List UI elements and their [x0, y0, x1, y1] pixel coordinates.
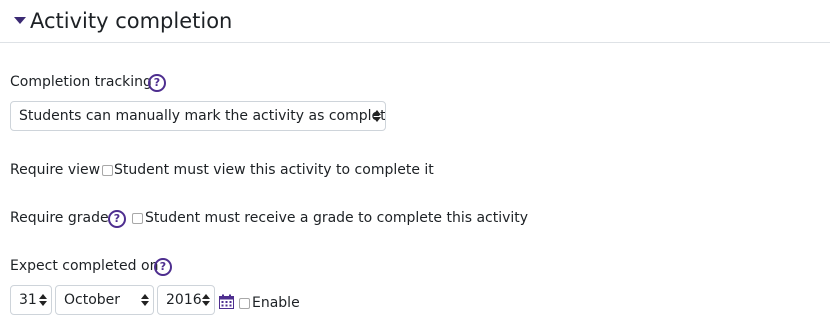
select-arrows-icon — [202, 294, 210, 307]
select-arrows-icon — [141, 294, 149, 307]
year-value: 2016 — [166, 292, 202, 308]
completion-tracking-select[interactable]: Students can manually mark the activity … — [10, 101, 386, 131]
require-view-label: Require view — [10, 162, 101, 178]
completion-tracking-value: Students can manually mark the activity … — [19, 108, 386, 124]
require-view-checkbox[interactable] — [102, 165, 113, 176]
section-title[interactable]: Activity completion — [30, 6, 232, 36]
enable-checkbox[interactable] — [239, 298, 250, 309]
require-grade-checkbox-label[interactable]: Student must receive a grade to complete… — [145, 208, 528, 228]
enable-label[interactable]: Enable — [252, 293, 300, 313]
calendar-icon[interactable] — [219, 294, 234, 309]
question-circle-icon[interactable]: ? — [148, 74, 166, 92]
select-arrows-icon — [39, 294, 47, 307]
question-circle-icon[interactable]: ? — [108, 210, 126, 228]
caret-down-icon[interactable] — [14, 17, 26, 24]
require-grade-checkbox[interactable] — [132, 213, 143, 224]
year-select[interactable]: 2016 — [157, 285, 215, 315]
question-circle-icon[interactable]: ? — [154, 258, 172, 276]
require-view-checkbox-label[interactable]: Student must view this activity to compl… — [114, 160, 434, 180]
section-header: Activity completion — [0, 0, 830, 43]
select-arrows-icon — [373, 110, 381, 123]
day-value: 31 — [19, 292, 37, 308]
day-select[interactable]: 31 — [10, 285, 52, 315]
require-grade-label: Require grade — [10, 210, 109, 226]
month-value: October — [64, 292, 121, 308]
completion-tracking-label: Completion tracking — [10, 74, 152, 90]
month-select[interactable]: October — [55, 285, 154, 315]
expect-completed-label: Expect completed on — [10, 258, 159, 274]
